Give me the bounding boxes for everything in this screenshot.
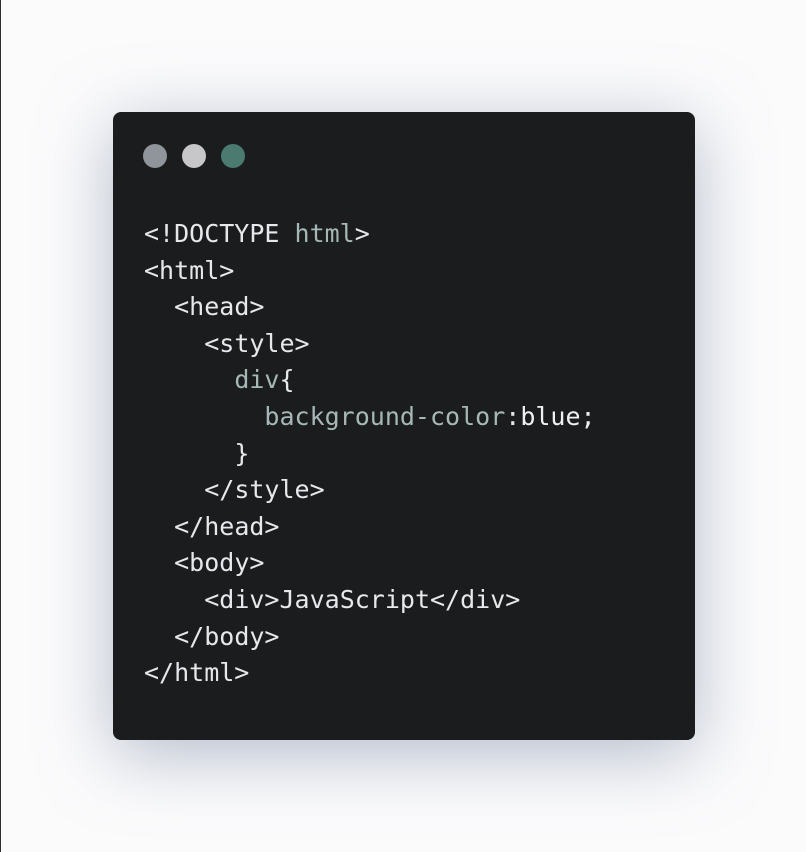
code-token: </html> bbox=[144, 658, 250, 688]
code-line: <html> bbox=[144, 253, 596, 290]
code-token: </style> bbox=[204, 475, 325, 505]
code-line: } bbox=[144, 436, 596, 473]
code-token: : bbox=[505, 401, 521, 431]
window-controls bbox=[143, 144, 260, 168]
code-token: JavaScript bbox=[279, 584, 430, 614]
code-line: <head> bbox=[144, 289, 596, 326]
code-token: <body> bbox=[174, 548, 265, 578]
code-token: <html> bbox=[144, 255, 235, 285]
code-token: <style> bbox=[204, 328, 310, 358]
code-token: blue; bbox=[520, 401, 596, 431]
left-edge-divider bbox=[0, 0, 1, 852]
code-line: </body> bbox=[144, 619, 596, 656]
code-block: <!DOCTYPE html> <html> <head> <style> div… bbox=[144, 216, 596, 692]
code-line: </style> bbox=[144, 472, 596, 509]
code-token: } bbox=[234, 438, 250, 468]
code-window: <!DOCTYPE html> <html> <head> <style> div… bbox=[113, 112, 695, 740]
code-token: <div> bbox=[204, 584, 280, 614]
code-line: </html> bbox=[144, 655, 596, 692]
code-token: <!DOCTYPE bbox=[144, 219, 295, 248]
code-token: { bbox=[279, 365, 295, 395]
code-token: </div> bbox=[430, 584, 521, 614]
code-line: <body> bbox=[144, 545, 596, 582]
code-token: <head> bbox=[174, 292, 265, 322]
code-line: <style> bbox=[144, 326, 596, 363]
code-token: </head> bbox=[174, 511, 280, 541]
code-token: html bbox=[294, 219, 355, 248]
maximize-dot-icon bbox=[221, 144, 245, 168]
minimize-dot-icon bbox=[182, 144, 206, 168]
close-dot-icon bbox=[143, 144, 167, 168]
code-line: background-color:blue; bbox=[144, 399, 596, 436]
code-token: background-color bbox=[264, 401, 506, 431]
code-token: </body> bbox=[174, 621, 280, 651]
code-line: <!DOCTYPE html> bbox=[144, 216, 596, 253]
code-line: div{ bbox=[144, 362, 596, 399]
code-line: </head> bbox=[144, 509, 596, 546]
code-token: > bbox=[354, 219, 370, 248]
code-line: <div>JavaScript</div> bbox=[144, 582, 596, 619]
code-token: div bbox=[234, 365, 280, 395]
